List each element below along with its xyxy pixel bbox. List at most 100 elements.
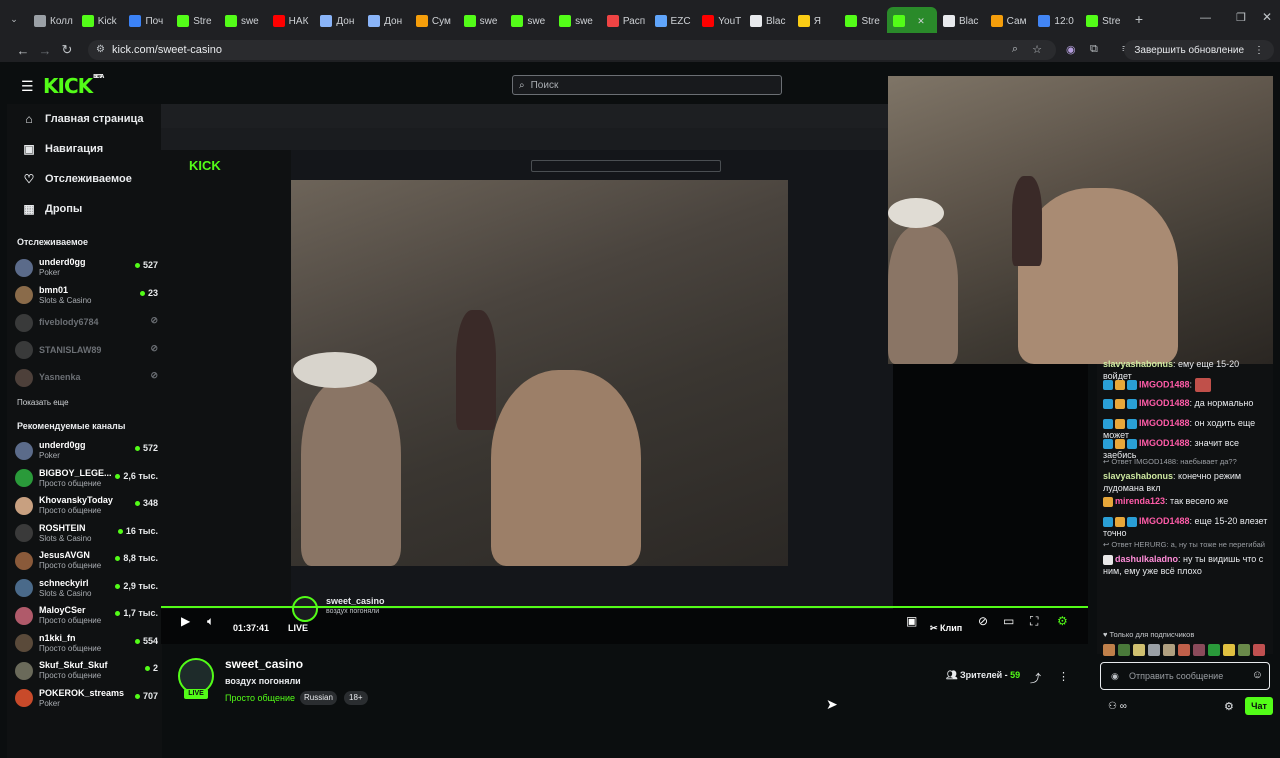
emote-icon[interactable] bbox=[1118, 644, 1130, 656]
search-box[interactable]: ⌕ Поиск bbox=[512, 75, 782, 95]
url-field[interactable]: ⚙ kick.com/sweet-casino ⌕ ☆ bbox=[88, 40, 1056, 60]
channel-item[interactable]: POKEROK_streams Poker 707 bbox=[15, 685, 160, 712]
channel-item[interactable]: Yasnenka ⊘ bbox=[15, 364, 160, 391]
channel-item[interactable]: underd0gg Poker 527 bbox=[15, 254, 160, 281]
bookmark-star-icon[interactable]: ☆ bbox=[1032, 43, 1042, 56]
emote-icon[interactable] bbox=[1148, 644, 1160, 656]
forward-button[interactable]: → bbox=[34, 43, 56, 58]
close-tab-icon[interactable]: ✕ bbox=[917, 16, 925, 27]
browser-tab[interactable]: Колл bbox=[28, 7, 76, 33]
browser-tab[interactable]: Сум bbox=[410, 7, 458, 33]
chat-username[interactable]: IMGOD1488 bbox=[1139, 418, 1190, 428]
chat-username[interactable]: IMGOD1488 bbox=[1139, 398, 1190, 408]
emote-icon[interactable] bbox=[1223, 644, 1235, 656]
browser-tab[interactable]: Я bbox=[792, 7, 840, 33]
chat-user-settings-icon[interactable]: ⚇ ∞ bbox=[1108, 701, 1127, 712]
channel-item[interactable]: KhovanskyToday Просто общение 348 bbox=[15, 492, 160, 519]
close-window-icon[interactable]: ✕ bbox=[1262, 10, 1272, 24]
clip-button[interactable]: ✂ Клип bbox=[930, 623, 962, 634]
browser-tab[interactable]: Blac bbox=[744, 7, 792, 33]
channel-item[interactable]: STANISLAW89 ⊘ bbox=[15, 337, 160, 364]
tag-language[interactable]: Russian bbox=[300, 691, 337, 705]
browser-tab[interactable]: НАК bbox=[267, 7, 315, 33]
chat-username[interactable]: mirenda123 bbox=[1115, 496, 1165, 506]
emote-icon[interactable] bbox=[1208, 644, 1220, 656]
browser-tab[interactable]: YouT bbox=[696, 7, 744, 33]
puzzle-icon[interactable]: ⧉ bbox=[1090, 43, 1098, 56]
browser-tab[interactable]: 12:0 bbox=[1032, 7, 1080, 33]
emote-icon[interactable] bbox=[1253, 644, 1265, 656]
chat-username[interactable]: IMGOD1488 bbox=[1139, 516, 1190, 526]
browser-tab[interactable]: Дон bbox=[362, 7, 410, 33]
browser-tab[interactable]: ✕ bbox=[887, 7, 937, 33]
browser-tab[interactable]: Поч bbox=[123, 7, 171, 33]
browser-tab[interactable]: swe bbox=[553, 7, 601, 33]
channel-item[interactable]: underd0gg Poker 572 bbox=[15, 437, 160, 464]
reload-button[interactable]: ↻ bbox=[56, 42, 78, 58]
browser-tab[interactable]: EZC bbox=[649, 7, 697, 33]
channel-item[interactable]: fiveblody6784 ⊘ bbox=[15, 309, 160, 336]
restore-icon[interactable]: ❐ bbox=[1236, 11, 1246, 24]
nav-item[interactable]: ⌂ Главная страница bbox=[7, 104, 162, 134]
emote-icon[interactable] bbox=[1103, 644, 1115, 656]
chat-input[interactable]: ◉ Отправить сообщение ☺ bbox=[1100, 662, 1270, 690]
browser-tab[interactable]: Сам bbox=[985, 7, 1033, 33]
channel-item[interactable]: Skuf_Skuf_Skuf Просто общение 2 bbox=[15, 657, 160, 684]
site-info-icon[interactable]: ⚙ bbox=[96, 44, 105, 55]
channel-item[interactable]: JesusAVGN Просто общение 8,8 тыс. bbox=[15, 547, 160, 574]
chat-send-button[interactable]: Чат bbox=[1245, 697, 1273, 715]
channel-item[interactable]: MaloyCSer Просто общение 1,7 тыс. bbox=[15, 602, 160, 629]
kick-logo[interactable]: KICKBETA bbox=[43, 74, 104, 98]
share-icon[interactable]: ⤴ bbox=[1030, 670, 1041, 686]
stream-channel-name[interactable]: sweet_casino bbox=[225, 657, 303, 671]
browser-tab[interactable]: Дон bbox=[314, 7, 362, 33]
browser-tab[interactable]: Kick bbox=[76, 7, 124, 33]
chat-username[interactable]: slavyashabonus bbox=[1103, 471, 1173, 481]
browser-tab[interactable]: Stre bbox=[839, 7, 887, 33]
emote-icon[interactable] bbox=[1163, 644, 1175, 656]
browser-tab[interactable]: swe bbox=[505, 7, 553, 33]
stream-category[interactable]: Просто общение bbox=[225, 693, 295, 703]
chat-settings-gear-icon[interactable]: ⚙ bbox=[1224, 700, 1234, 713]
theater-mode-icon[interactable]: ▣ bbox=[906, 614, 917, 628]
hamburger-menu-icon[interactable]: ☰ bbox=[21, 78, 34, 95]
browser-tab[interactable]: Blac bbox=[937, 7, 985, 33]
emote-icon[interactable] bbox=[1238, 644, 1250, 656]
channel-item[interactable]: BIGBOY_LEGE... Просто общение 2,6 тыс. bbox=[15, 465, 160, 492]
extension-icon[interactable]: ◉ bbox=[1066, 43, 1076, 56]
browser-tab[interactable]: Stre bbox=[1080, 7, 1128, 33]
browser-tab[interactable]: swe bbox=[219, 7, 267, 33]
nav-item[interactable]: ♡ Отслеживаемое bbox=[7, 164, 162, 194]
channel-item[interactable]: schneckyirl Slots & Casino 2,9 тыс. bbox=[15, 575, 160, 602]
zoom-icon[interactable]: ⌕ bbox=[1012, 43, 1018, 56]
live-progress-bar[interactable] bbox=[161, 606, 1088, 608]
emote-icon[interactable] bbox=[1193, 644, 1205, 656]
browser-tab[interactable]: Расп bbox=[601, 7, 649, 33]
fullscreen-icon[interactable]: ⛶ bbox=[1030, 614, 1038, 629]
more-options-icon[interactable]: ⋮ bbox=[1058, 670, 1069, 683]
pip-icon[interactable]: ▭ bbox=[1003, 614, 1014, 628]
emote-icon[interactable] bbox=[1133, 644, 1145, 656]
show-more-link[interactable]: Показать еще bbox=[17, 398, 69, 407]
no-captions-icon[interactable]: ⊘ bbox=[978, 614, 988, 628]
channel-item[interactable]: ROSHTEIN Slots & Casino 16 тыс. bbox=[15, 520, 160, 547]
browser-tab[interactable]: Stre bbox=[171, 7, 219, 33]
update-button[interactable]: Завершить обновление ⋮ bbox=[1124, 40, 1274, 60]
channel-item[interactable]: n1kki_fn Просто общение 554 bbox=[15, 630, 160, 657]
nav-item[interactable]: ▣ Навигация bbox=[7, 134, 162, 164]
nav-item[interactable]: ▦ Дропы bbox=[7, 194, 162, 224]
channel-item[interactable]: bmn01 Slots & Casino 23 bbox=[15, 282, 160, 309]
new-tab-button[interactable]: + bbox=[1128, 11, 1150, 27]
tag-age[interactable]: 18+ bbox=[344, 691, 368, 705]
back-button[interactable]: ← bbox=[12, 43, 34, 58]
volume-icon[interactable]: 🔈︎ bbox=[207, 614, 214, 629]
play-icon[interactable]: ▶ bbox=[181, 614, 190, 628]
browser-tab[interactable]: swe bbox=[458, 7, 506, 33]
minimize-icon[interactable]: — bbox=[1200, 12, 1211, 24]
chat-username[interactable]: IMGOD1488 bbox=[1139, 379, 1190, 389]
settings-gear-icon[interactable]: ⚙ bbox=[1057, 614, 1068, 628]
emote-icon[interactable] bbox=[1178, 644, 1190, 656]
chat-username[interactable]: slavyashabonus bbox=[1103, 359, 1173, 369]
more-menu-icon[interactable]: ⋮ bbox=[1254, 45, 1264, 56]
chat-username[interactable]: IMGOD1488 bbox=[1139, 438, 1190, 448]
